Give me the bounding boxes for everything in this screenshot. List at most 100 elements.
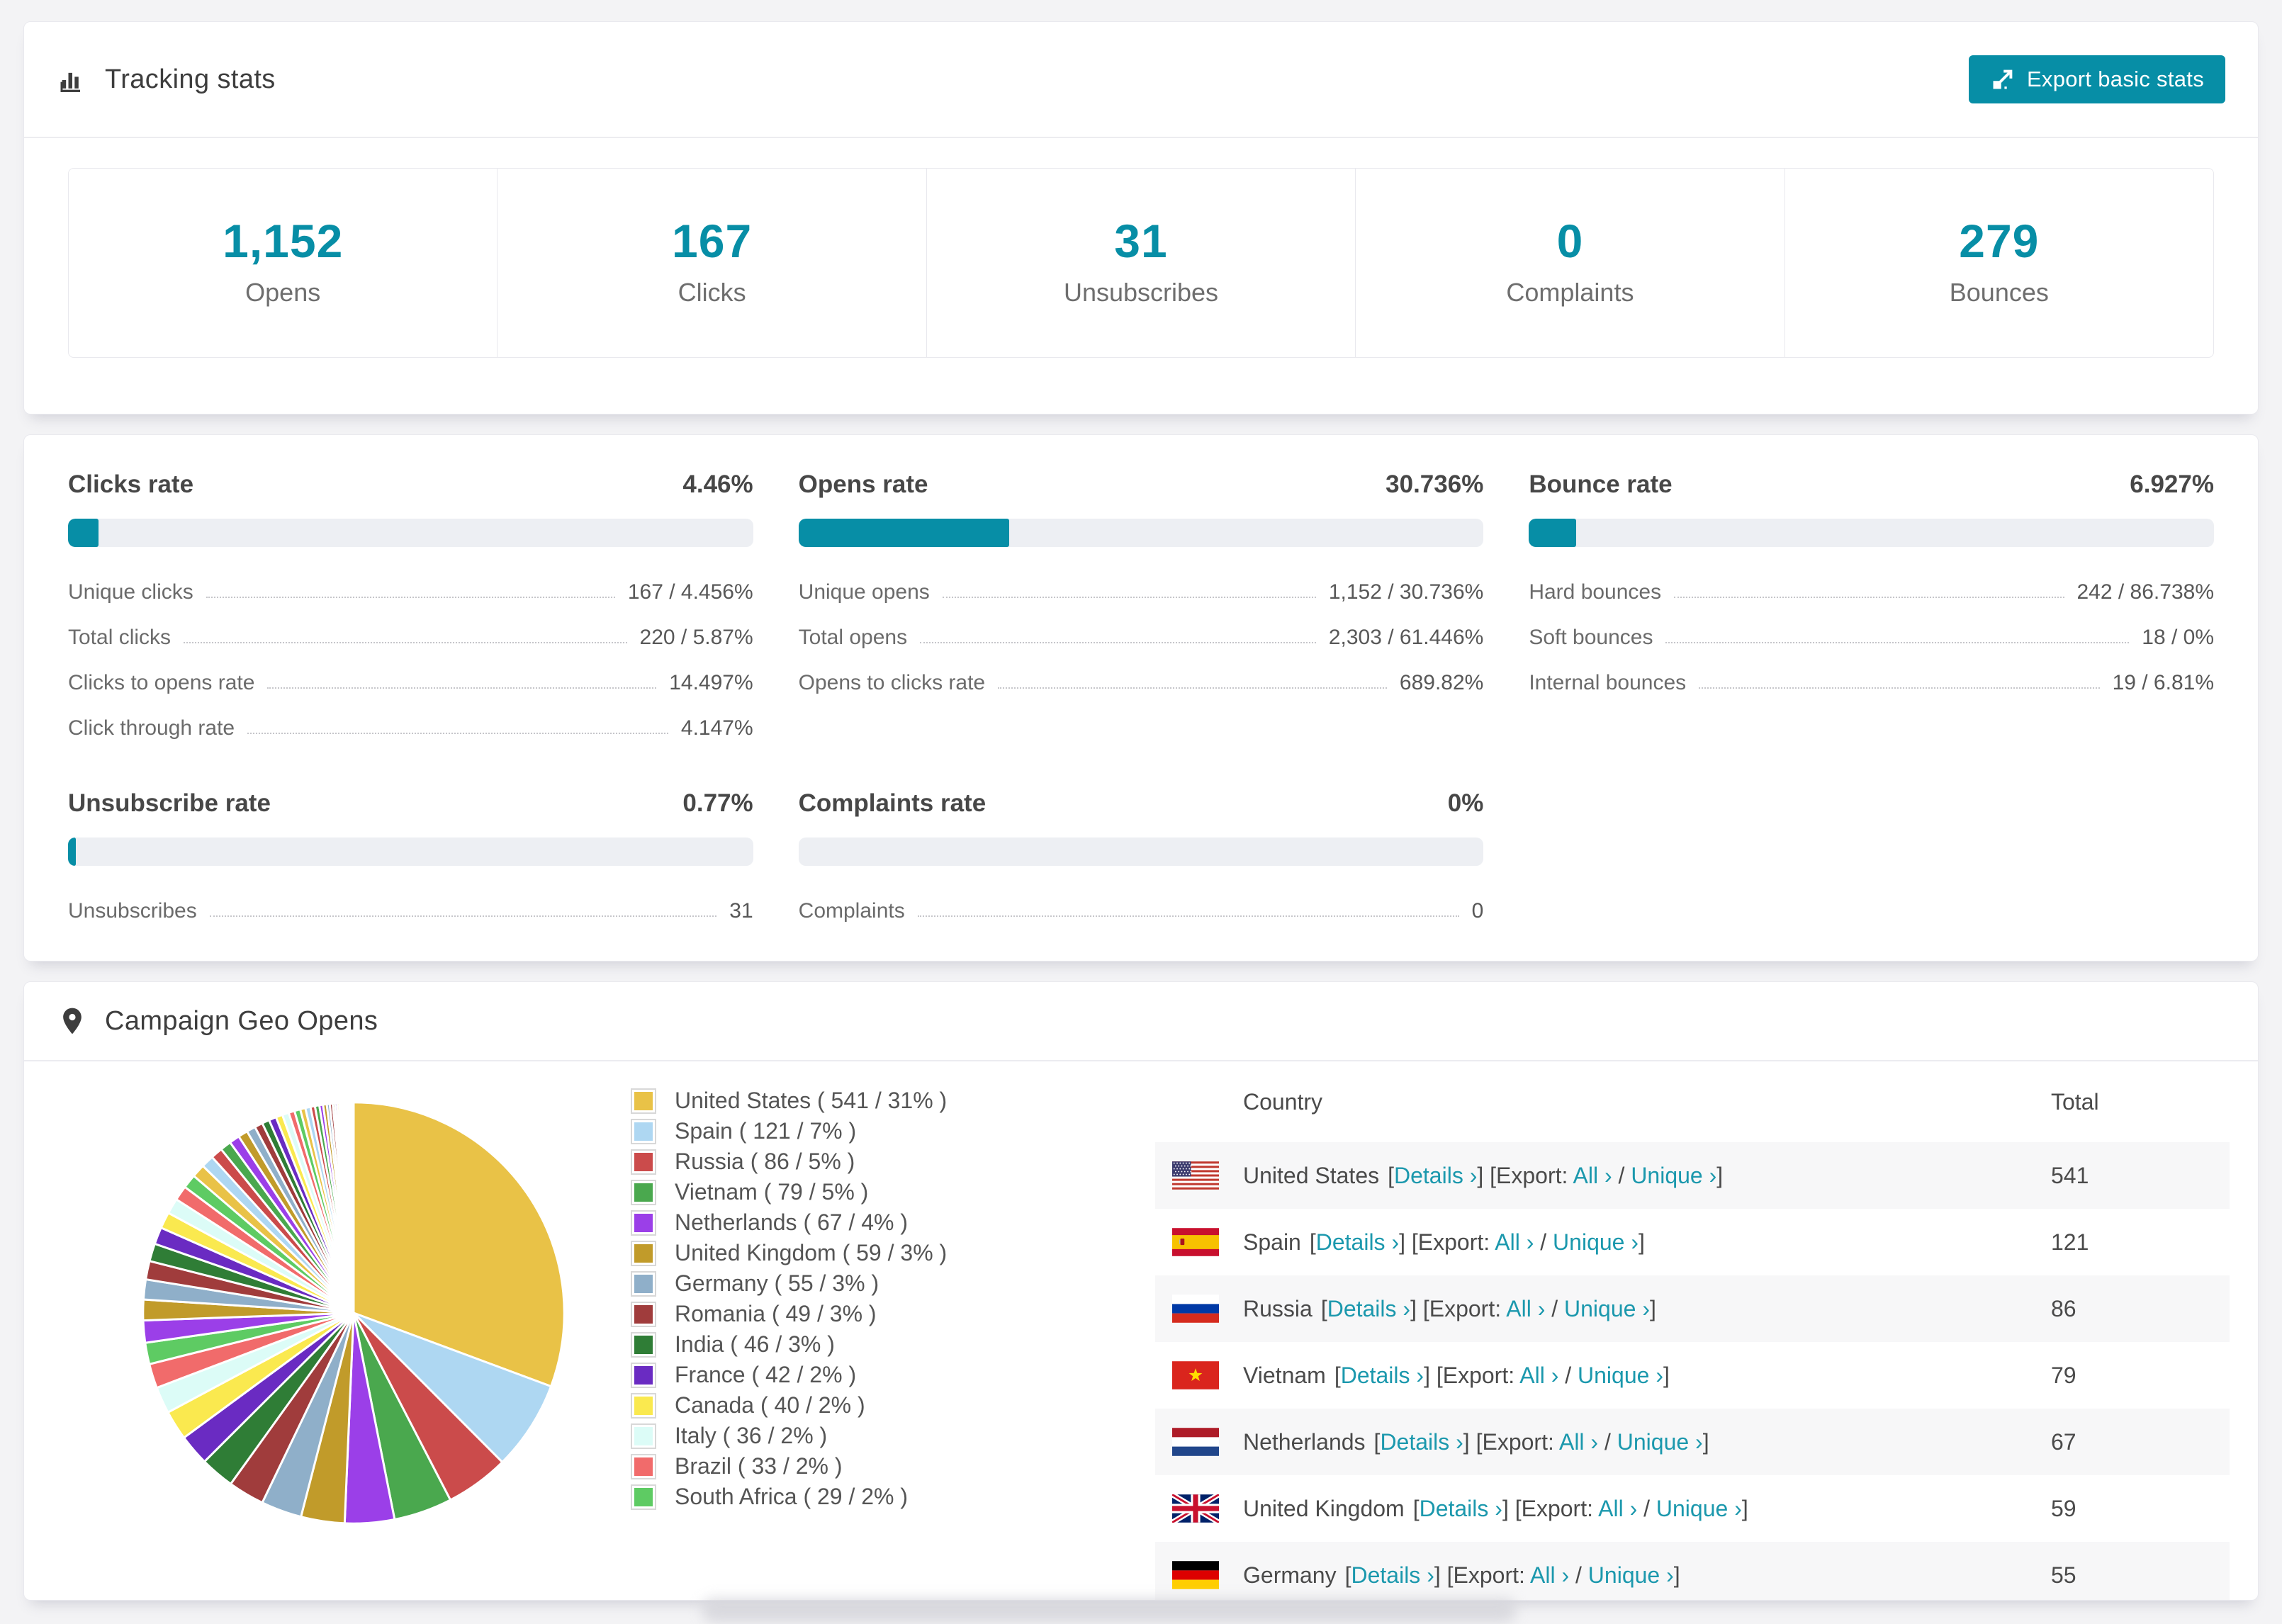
geo-body: United States ( 541 / 31% ) Spain ( 121 /… bbox=[24, 1061, 2258, 1600]
export-all-link-spain[interactable]: All › bbox=[1495, 1229, 1534, 1255]
legend-item-united-states: United States ( 541 / 31% ) bbox=[631, 1086, 947, 1116]
export-unique-link-united-kingdom[interactable]: Unique › bbox=[1656, 1496, 1742, 1521]
summary-label-bounces: Bounces bbox=[1949, 278, 2049, 307]
legend-label: Russia ( 86 / 5% ) bbox=[675, 1149, 855, 1174]
legend-swatch bbox=[631, 1179, 656, 1205]
rate-progressbar-clicks-rate bbox=[68, 519, 753, 547]
bottom-shadow-band bbox=[702, 1598, 1517, 1623]
export-all-link-united-kingdom[interactable]: All › bbox=[1598, 1496, 1637, 1521]
legend-label: Romania ( 49 / 3% ) bbox=[675, 1301, 877, 1326]
summary-label-complaints: Complaints bbox=[1506, 278, 1634, 307]
legend-swatch bbox=[631, 1149, 656, 1175]
legend-item-canada: Canada ( 40 / 2% ) bbox=[631, 1390, 947, 1421]
stat-row-clicks-to-opens-rate: Clicks to opens rate 14.497% bbox=[68, 660, 753, 706]
geo-opens-pie-chart bbox=[142, 1101, 566, 1525]
stat-label: Unique clicks bbox=[68, 580, 193, 604]
details-link-russia[interactable]: Details › bbox=[1327, 1296, 1410, 1321]
export-unique-link-germany[interactable]: Unique › bbox=[1588, 1562, 1674, 1588]
legend-label: Netherlands ( 67 / 4% ) bbox=[675, 1209, 909, 1235]
export-unique-link-russia[interactable]: Unique › bbox=[1564, 1296, 1650, 1321]
legend-label: Brazil ( 33 / 2% ) bbox=[675, 1453, 843, 1479]
geo-table-rows: United States [Details ›] [Export: All › … bbox=[1155, 1142, 2230, 1600]
rate-value: 30.736% bbox=[1386, 470, 1484, 498]
stat-value: 1,152 / 30.736% bbox=[1328, 580, 1484, 604]
stat-label: Unsubscribes bbox=[68, 899, 197, 923]
legend-label: Italy ( 36 / 2% ) bbox=[675, 1423, 828, 1448]
export-unique-link-spain[interactable]: Unique › bbox=[1553, 1229, 1639, 1255]
stat-row-opens-to-clicks-rate: Opens to clicks rate 689.82% bbox=[799, 660, 1484, 706]
export-unique-link-vietnam[interactable]: Unique › bbox=[1578, 1363, 1663, 1388]
export-unique-link-united-states[interactable]: Unique › bbox=[1631, 1163, 1716, 1188]
flag-icon-es bbox=[1172, 1228, 1219, 1256]
summary-complaints: 0 Complaints bbox=[1355, 169, 1784, 357]
details-link-united-states[interactable]: Details › bbox=[1394, 1163, 1477, 1188]
column-header-country: Country bbox=[1243, 1088, 1323, 1115]
stat-row-total-clicks: Total clicks 220 / 5.87% bbox=[68, 615, 753, 660]
summary-value-opens: 1,152 bbox=[223, 215, 344, 267]
export-all-link-germany[interactable]: All › bbox=[1530, 1562, 1569, 1588]
legend-item-united-kingdom: United Kingdom ( 59 / 3% ) bbox=[631, 1238, 947, 1268]
geo-row-netherlands: Netherlands [Details ›] [Export: All › / … bbox=[1155, 1409, 2230, 1475]
header-divider bbox=[24, 137, 2258, 138]
rate-title: Complaints rate bbox=[798, 789, 987, 817]
stat-row-unsubscribes: Unsubscribes 31 bbox=[68, 889, 753, 934]
export-button-label: Export basic stats bbox=[2026, 67, 2204, 91]
stat-value: 167 / 4.456% bbox=[627, 580, 753, 604]
country-name: Germany bbox=[1243, 1562, 1337, 1588]
export-all-link-russia[interactable]: All › bbox=[1506, 1296, 1545, 1321]
dotted-leader bbox=[1674, 597, 2064, 598]
country-name: United States bbox=[1243, 1162, 1380, 1188]
export-all-link-netherlands[interactable]: All › bbox=[1559, 1429, 1598, 1455]
stat-label: Unique opens bbox=[798, 580, 930, 604]
export-basic-stats-button[interactable]: Export basic stats bbox=[1968, 55, 2225, 103]
legend-item-italy: Italy ( 36 / 2% ) bbox=[631, 1421, 947, 1451]
details-link-germany[interactable]: Details › bbox=[1351, 1562, 1434, 1588]
geo-row-total: 55 bbox=[2051, 1562, 2076, 1588]
export-all-link-vietnam[interactable]: All › bbox=[1519, 1363, 1558, 1388]
export-all-link-united-states[interactable]: All › bbox=[1573, 1163, 1612, 1188]
legend-item-vietnam: Vietnam ( 79 / 5% ) bbox=[631, 1177, 947, 1207]
geo-row-country-cell: Netherlands [Details ›] [Export: All › / … bbox=[1155, 1428, 1996, 1456]
export-unique-link-netherlands[interactable]: Unique › bbox=[1617, 1429, 1703, 1455]
bar-chart-icon bbox=[60, 72, 80, 92]
rates-card: Clicks rate 4.46% Unique clicks 167 / 4.456… bbox=[23, 434, 2259, 962]
summary-label-clicks: Clicks bbox=[678, 278, 746, 307]
rate-rows: Hard bounces 242 / 86.738% Soft bounces 18 … bbox=[1529, 570, 2214, 706]
geo-row-country-cell: United States [Details ›] [Export: All › … bbox=[1155, 1161, 1996, 1190]
rate-rows: Unique clicks 167 / 4.456% Total clicks 220… bbox=[68, 570, 753, 751]
rate-title: Unsubscribe rate bbox=[68, 789, 271, 817]
stat-row-click-through-rate: Click through rate 4.147% bbox=[68, 706, 753, 751]
rate-progressbar-opens-rate bbox=[798, 519, 1484, 547]
stat-value: 689.82% bbox=[1399, 671, 1484, 694]
geo-row-germany: Germany [Details ›] [Export: All › / Uniq… bbox=[1155, 1542, 2230, 1600]
details-link-vietnam[interactable]: Details › bbox=[1341, 1363, 1424, 1388]
stat-row-hard-bounces: Hard bounces 242 / 86.738% bbox=[1529, 570, 2214, 615]
legend-swatch bbox=[631, 1240, 656, 1266]
rate-value: 4.46% bbox=[682, 470, 753, 498]
country-links: [Details ›] [Export: All › / Unique ›] bbox=[1412, 1495, 1748, 1521]
campaign-geo-opens-card: Campaign Geo Opens United States ( 541 /… bbox=[23, 981, 2259, 1601]
rate-value: 6.927% bbox=[2130, 470, 2214, 498]
legend-item-russia: Russia ( 86 / 5% ) bbox=[631, 1146, 947, 1177]
legend-label: Spain ( 121 / 7% ) bbox=[675, 1118, 857, 1144]
legend-label: Vietnam ( 79 / 5% ) bbox=[675, 1179, 869, 1205]
geo-row-country-cell: Russia [Details ›] [Export: All › / Uniqu… bbox=[1155, 1295, 1996, 1323]
legend-swatch bbox=[631, 1484, 656, 1510]
details-link-united-kingdom[interactable]: Details › bbox=[1420, 1496, 1502, 1521]
rate-head-unsubscribe-rate: Unsubscribe rate 0.77% bbox=[68, 789, 753, 818]
summary-value-unsubscribes: 31 bbox=[1114, 215, 1168, 267]
stat-row-total-opens: Total opens 2,303 / 61.446% bbox=[799, 615, 1484, 660]
page-title: Tracking stats bbox=[105, 64, 276, 94]
details-link-spain[interactable]: Details › bbox=[1316, 1229, 1399, 1255]
stat-label: Internal bounces bbox=[1529, 671, 1687, 694]
rate-progressbar-bounce-rate bbox=[1529, 519, 2214, 547]
legend-item-germany: Germany ( 55 / 3% ) bbox=[631, 1268, 947, 1299]
rate-block-clicks-rate: Clicks rate 4.46% Unique clicks 167 / 4.456… bbox=[68, 470, 753, 751]
geo-row-spain: Spain [Details ›] [Export: All › / Unique… bbox=[1155, 1209, 2230, 1275]
tracking-stats-title: Tracking stats bbox=[57, 64, 276, 95]
dotted-leader bbox=[920, 642, 1316, 643]
rate-block-unsubscribe-rate: Unsubscribe rate 0.77% Unsubscribes 31 bbox=[68, 789, 753, 934]
rate-title: Clicks rate bbox=[68, 470, 194, 498]
details-link-netherlands[interactable]: Details › bbox=[1380, 1429, 1463, 1455]
flag-icon-nl bbox=[1172, 1428, 1219, 1456]
